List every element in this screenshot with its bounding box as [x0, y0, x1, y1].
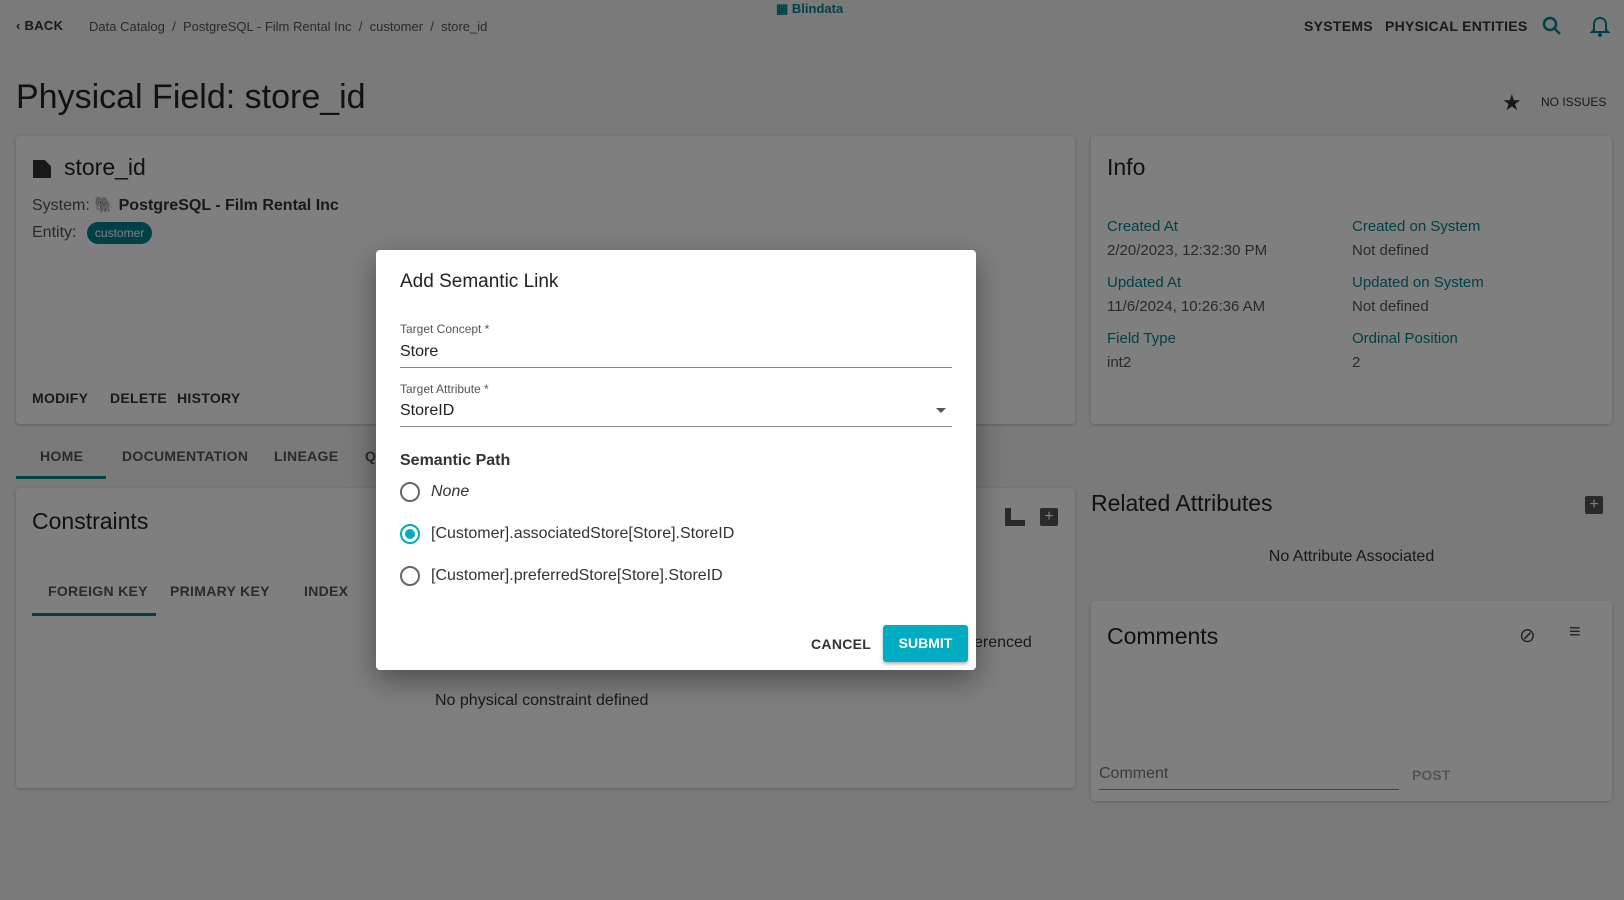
- target-concept-label: Target Concept *: [400, 322, 490, 336]
- target-attribute-select[interactable]: StoreID: [400, 402, 952, 427]
- target-concept-input[interactable]: Store: [400, 343, 952, 368]
- dropdown-arrow-icon: [936, 408, 946, 413]
- option-associated-store-label: [Customer].associatedStore[Store].StoreI…: [431, 525, 735, 542]
- radio-none[interactable]: [400, 482, 420, 502]
- add-semantic-link-dialog: Add Semantic Link Target Concept * Store…: [376, 250, 976, 670]
- target-attribute-value: StoreID: [400, 402, 455, 419]
- dialog-title: Add Semantic Link: [400, 271, 559, 292]
- radio-associated-store[interactable]: [400, 524, 420, 544]
- option-preferred-store-label: [Customer].preferredStore[Store].StoreID: [431, 567, 723, 584]
- target-attribute-label: Target Attribute *: [400, 382, 489, 396]
- option-none-label: None: [431, 483, 470, 500]
- submit-button[interactable]: SUBMIT: [883, 625, 968, 662]
- semantic-path-label: Semantic Path: [400, 452, 511, 469]
- radio-preferred-store[interactable]: [400, 566, 420, 586]
- cancel-button[interactable]: CANCEL: [811, 636, 871, 652]
